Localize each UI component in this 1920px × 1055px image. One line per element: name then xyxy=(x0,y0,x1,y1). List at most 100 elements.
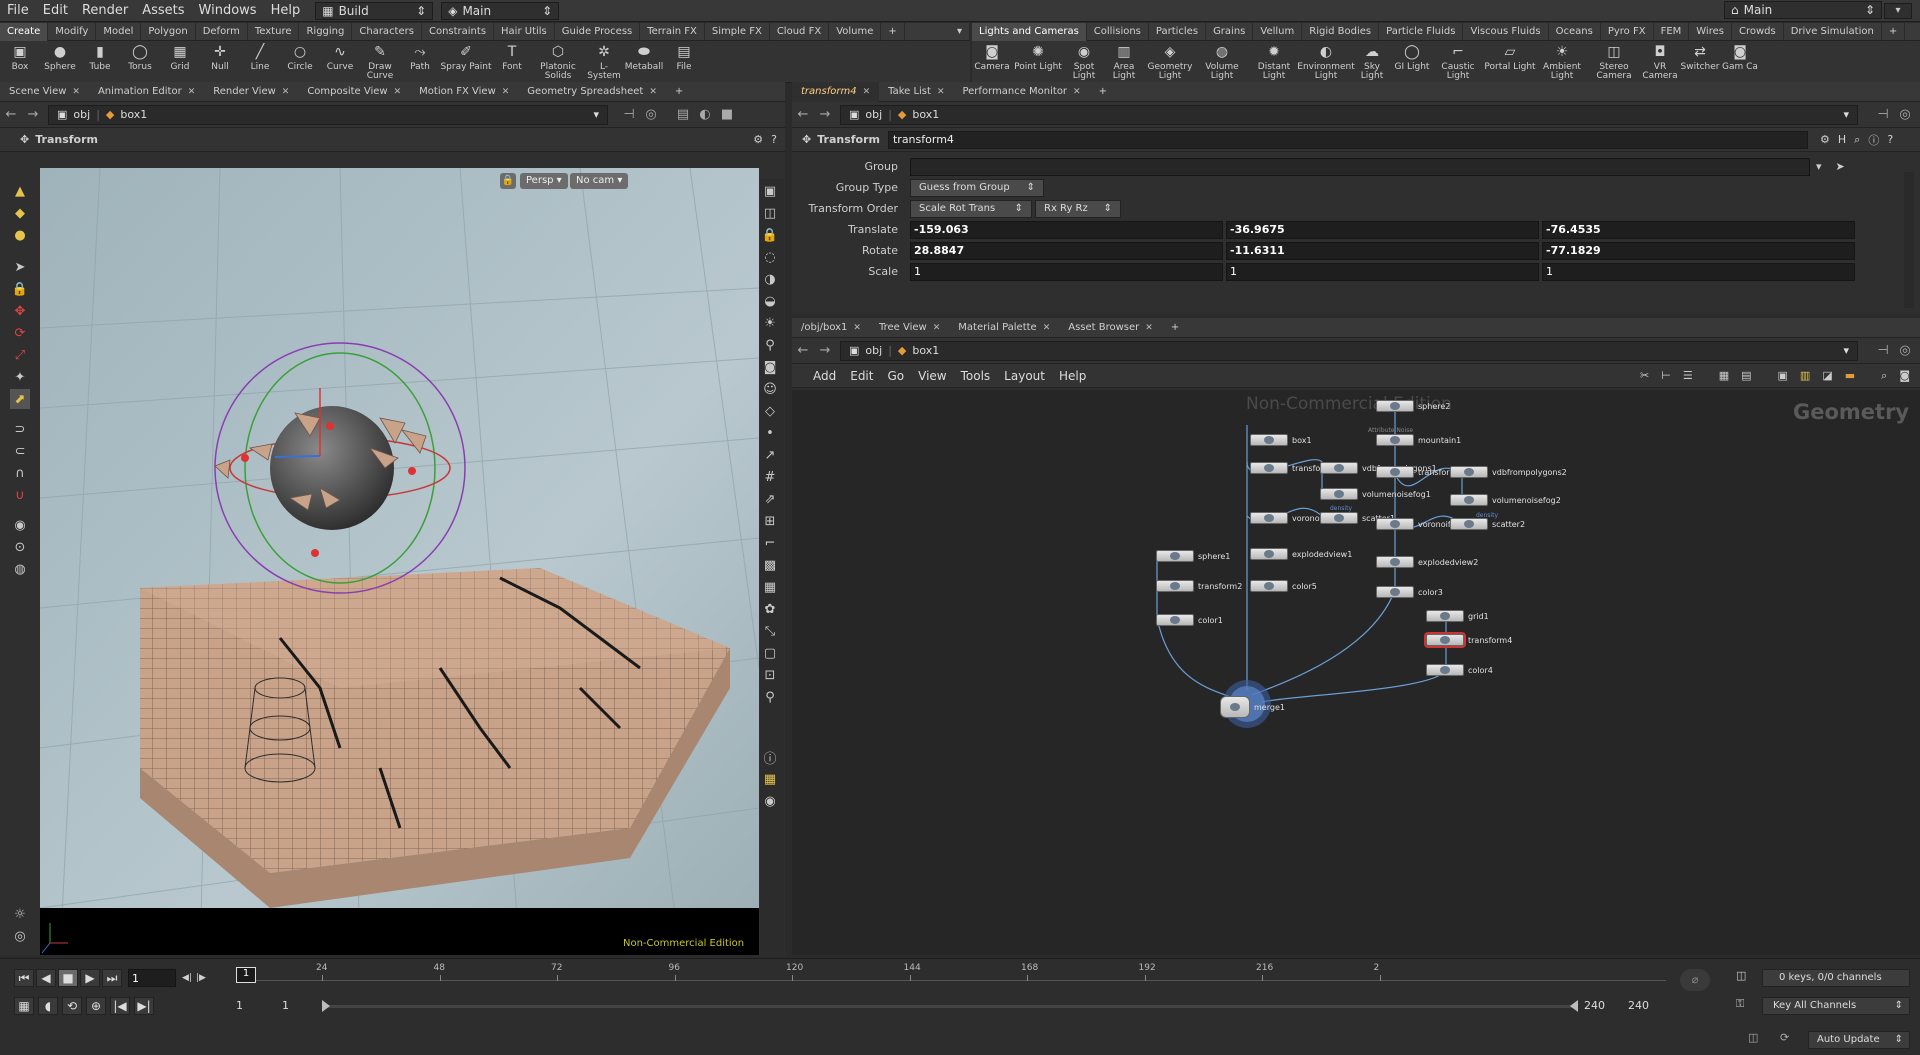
rotate-x-field[interactable]: 28.8847 xyxy=(910,241,1223,260)
network-node[interactable]: mountain1 xyxy=(1376,434,1461,446)
shelf-tab-collisions[interactable]: Collisions xyxy=(1087,22,1149,41)
scale-x-field[interactable]: 1 xyxy=(910,262,1223,281)
shelf-right-camera-tool[interactable]: ◙ Camera xyxy=(972,41,1012,81)
persp-menu[interactable]: Persp ▾ xyxy=(520,173,568,189)
shelf-tab-oceans[interactable]: Oceans xyxy=(1549,22,1601,41)
close-icon[interactable]: ✕ xyxy=(394,82,402,102)
light-tool-icon[interactable]: ☼ xyxy=(10,904,30,924)
shelf-tab-particles[interactable]: Particles xyxy=(1149,22,1207,41)
shelf-left-grid-tool[interactable]: ▦ Grid xyxy=(160,41,200,81)
chat-icon[interactable]: ◫ xyxy=(1748,1031,1768,1049)
auto-update-button[interactable]: Auto Update ⇕ xyxy=(1808,1031,1910,1049)
pane-tab-material-palette[interactable]: Material Palette ✕ xyxy=(949,318,1059,338)
add-shelf-tab-icon[interactable]: + xyxy=(881,22,905,41)
help-icon[interactable]: ? xyxy=(771,133,777,146)
shelf-tab-guide-process[interactable]: Guide Process xyxy=(555,22,641,41)
display-icon[interactable]: ▤ xyxy=(672,107,694,122)
add-tab-icon[interactable]: + xyxy=(1162,318,1188,338)
link-icon[interactable]: ◎ xyxy=(640,107,662,122)
shelf-tab-simple-fx[interactable]: Simple FX xyxy=(705,22,770,41)
pane-tab-performance-monitor[interactable]: Performance Monitor ✕ xyxy=(953,82,1089,102)
range-start-field[interactable]: 1 xyxy=(236,997,276,1015)
snapshot-icon[interactable]: ■ xyxy=(716,107,738,122)
pane-tab-render-view[interactable]: Render View ✕ xyxy=(204,82,298,102)
translate-x-field[interactable]: -159.063 xyxy=(910,220,1223,239)
network-menu-go[interactable]: Go xyxy=(880,365,911,387)
shelf-tab-hair-utils[interactable]: Hair Utils xyxy=(494,22,555,41)
pose-icon[interactable]: ⬈ xyxy=(10,389,30,409)
close-icon[interactable]: ✕ xyxy=(282,82,290,102)
shelf-tab-crowds[interactable]: Crowds xyxy=(1732,22,1784,41)
tool-options-icon[interactable]: ⚙ xyxy=(753,133,763,146)
close-icon[interactable]: ✕ xyxy=(853,318,861,338)
shelf-tab-texture[interactable]: Texture xyxy=(248,22,300,41)
add-shelf-tab-icon[interactable]: + xyxy=(1882,22,1906,41)
back-arrow-icon[interactable]: ← xyxy=(792,107,814,122)
snap-grid-icon[interactable]: ∩ xyxy=(10,463,30,483)
shelf-tab-deform[interactable]: Deform xyxy=(196,22,248,41)
shelf-tab-create[interactable]: Create xyxy=(0,22,49,41)
network-menu-layout[interactable]: Layout xyxy=(997,365,1052,387)
network-node[interactable]: color1 xyxy=(1156,614,1223,626)
shelf-tab-rigging[interactable]: Rigging xyxy=(299,22,353,41)
translate-y-field[interactable]: -36.9675 xyxy=(1226,220,1539,239)
measure-icon[interactable]: ⤡ xyxy=(760,621,780,641)
shelf-tab-cloud-fx[interactable]: Cloud FX xyxy=(770,22,830,41)
shelf-tab-vellum[interactable]: Vellum xyxy=(1253,22,1303,41)
texture-icon[interactable]: ▩ xyxy=(760,555,780,575)
render-tool-icon[interactable]: ◎ xyxy=(10,926,30,946)
forward-arrow-icon[interactable]: → xyxy=(814,343,836,358)
shelf-right-environment-light-tool[interactable]: ◐ Environment Light xyxy=(1297,41,1354,81)
lock-icon[interactable]: 🔒 xyxy=(10,279,30,299)
wrench-icon[interactable]: ✂ xyxy=(1640,369,1649,383)
pane-tab-scene-view[interactable]: Scene View ✕ xyxy=(0,82,89,102)
shelf-tab-rigid-bodies[interactable]: Rigid Bodies xyxy=(1302,22,1380,41)
frame-marker[interactable]: 1 xyxy=(236,967,256,983)
shelf-left-line-tool[interactable]: ╱ Line xyxy=(240,41,280,81)
menu-assets[interactable]: Assets xyxy=(135,0,191,22)
shelf-tab-modify[interactable]: Modify xyxy=(48,22,97,41)
shelf-left-file-tool[interactable]: ▤ File xyxy=(664,41,704,81)
main-context-dropdown[interactable]: ⌂ Main ⇕ xyxy=(1724,1,1882,19)
key-light-icon[interactable]: ⚲ xyxy=(760,335,780,355)
shelf-right-volume-light-tool[interactable]: ◍ Volume Light xyxy=(1196,41,1248,81)
arrow-select-icon[interactable]: ➤ xyxy=(10,257,30,277)
close-icon[interactable]: ✕ xyxy=(1073,82,1081,102)
shelf-tab-lights-and-cameras[interactable]: Lights and Cameras xyxy=(972,22,1087,41)
list-icon[interactable]: ☰ xyxy=(1683,369,1693,383)
play-icon[interactable]: ▶ xyxy=(80,969,100,987)
magnet-snap-icon[interactable]: ∪ xyxy=(10,485,30,505)
move-icon[interactable]: ✥ xyxy=(10,301,30,321)
pane-tab-tree-view[interactable]: Tree View ✕ xyxy=(870,318,949,338)
rotate-z-field[interactable]: -77.1829 xyxy=(1542,241,1855,260)
forward-arrow-icon[interactable]: → xyxy=(22,107,44,122)
network-menu-add[interactable]: Add xyxy=(806,365,843,387)
shelf-left-path-tool[interactable]: ⤳ Path xyxy=(400,41,440,81)
shelf-tab-particle-fluids[interactable]: Particle Fluids xyxy=(1379,22,1464,41)
network-node[interactable]: sphere1 xyxy=(1156,550,1230,562)
shelf-right-distant-light-tool[interactable]: ✹ Distant Light xyxy=(1248,41,1300,81)
shelf-left-null-tool[interactable]: ✛ Null xyxy=(200,41,240,81)
search-icon[interactable]: ⌕ xyxy=(1881,369,1887,383)
select-arrow-icon[interactable]: ➤ xyxy=(1836,160,1845,173)
shelf-left-curve-tool[interactable]: ∿ Curve xyxy=(320,41,360,81)
desktop-dropdown[interactable]: ▦ Build ⇕ xyxy=(315,1,434,20)
shelf-left-tube-tool[interactable]: ▮ Tube xyxy=(80,41,120,81)
realtime-icon[interactable]: ▦ xyxy=(14,997,34,1015)
close-icon[interactable]: ✕ xyxy=(1043,318,1051,338)
scale-z-field[interactable]: 1 xyxy=(1542,262,1855,281)
shelf-tab-model[interactable]: Model xyxy=(96,22,142,41)
shelf-left-font-tool[interactable]: T Font xyxy=(492,41,532,81)
layout-dropdown[interactable]: ▾ xyxy=(1884,3,1912,19)
handle-icon[interactable]: ✦ xyxy=(10,367,30,387)
lock-camera-icon[interactable]: 🔒 xyxy=(760,225,780,245)
group-display-icon[interactable]: ◇ xyxy=(760,401,780,421)
key-all-channels-button[interactable]: Key All Channels ⇕ xyxy=(1762,997,1910,1015)
quad-view-icon[interactable]: ▦ xyxy=(760,769,780,789)
shelf-tab-terrain-fx[interactable]: Terrain FX xyxy=(640,22,705,41)
folder-icon[interactable]: ▬ xyxy=(1845,369,1855,383)
key-icon[interactable]: ⚿ xyxy=(1736,997,1754,1015)
pane-tab-composite-view[interactable]: Composite View ✕ xyxy=(298,82,410,102)
grid-view-icon[interactable]: ▦ xyxy=(1719,369,1729,383)
shelf-right-geometry-light-tool[interactable]: ◈ Geometry Light xyxy=(1144,41,1196,81)
